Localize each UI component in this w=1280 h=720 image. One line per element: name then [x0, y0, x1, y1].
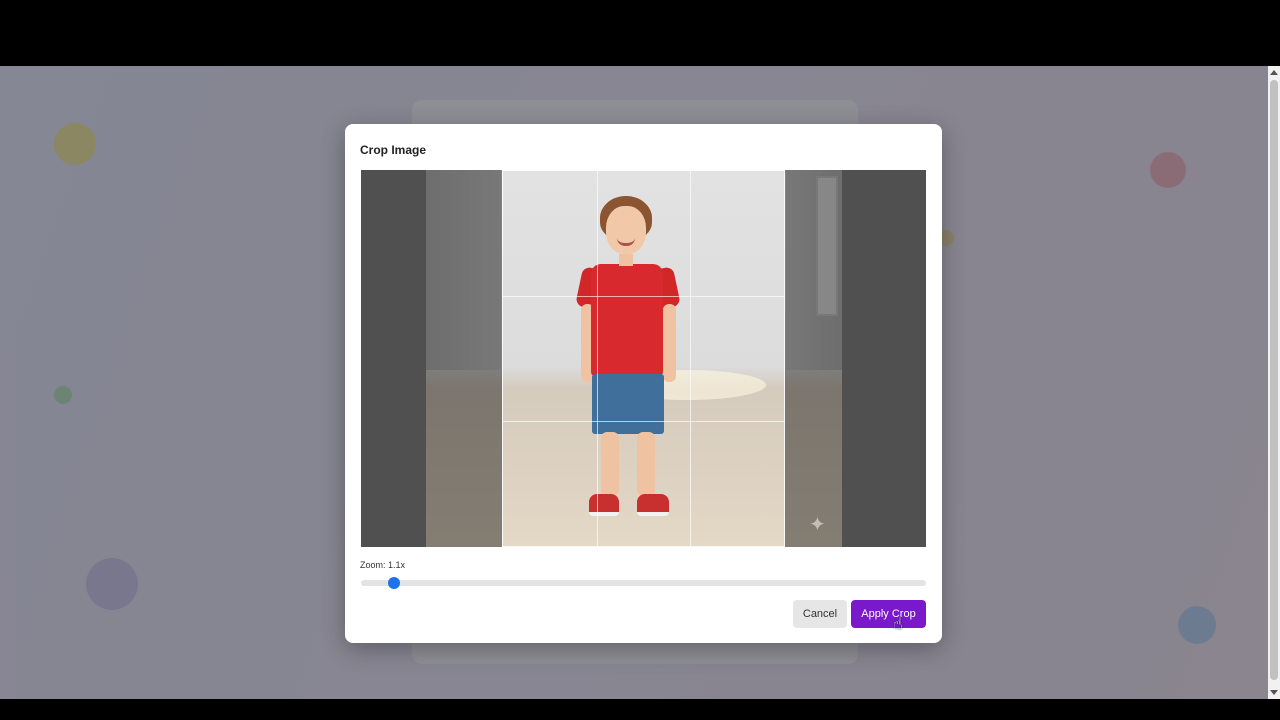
crop-mask-left — [361, 170, 502, 547]
apply-crop-button[interactable]: Apply Crop — [851, 600, 926, 628]
page-scrollbar[interactable] — [1268, 66, 1280, 699]
zoom-label: Zoom: 1.1x — [360, 560, 406, 570]
crop-grid-line — [503, 295, 784, 297]
sparkle-icon: ✦ — [809, 514, 826, 536]
hand-pointer-icon: ☝ — [893, 616, 903, 633]
scrollbar-thumb[interactable] — [1270, 80, 1278, 680]
scroll-up-icon[interactable] — [1270, 70, 1278, 75]
top-black-bar — [0, 0, 1280, 66]
zoom-slider-thumb[interactable] — [387, 577, 400, 589]
modal-title: Crop Image — [360, 143, 427, 157]
crop-image-modal: Crop Image ✦ Zoom: 1.1x Cancel Apply Cro… — [345, 124, 942, 643]
crop-grid-line — [596, 171, 598, 546]
zoom-slider[interactable] — [361, 577, 926, 589]
crop-selection-box[interactable] — [502, 170, 785, 547]
bottom-black-bar — [0, 699, 1280, 720]
crop-grid-line — [690, 171, 692, 546]
crop-grid-line — [503, 420, 784, 422]
cancel-button[interactable]: Cancel — [793, 600, 847, 628]
crop-mask-right — [785, 170, 926, 547]
scroll-down-icon[interactable] — [1270, 690, 1278, 695]
crop-area[interactable]: ✦ — [361, 170, 926, 547]
